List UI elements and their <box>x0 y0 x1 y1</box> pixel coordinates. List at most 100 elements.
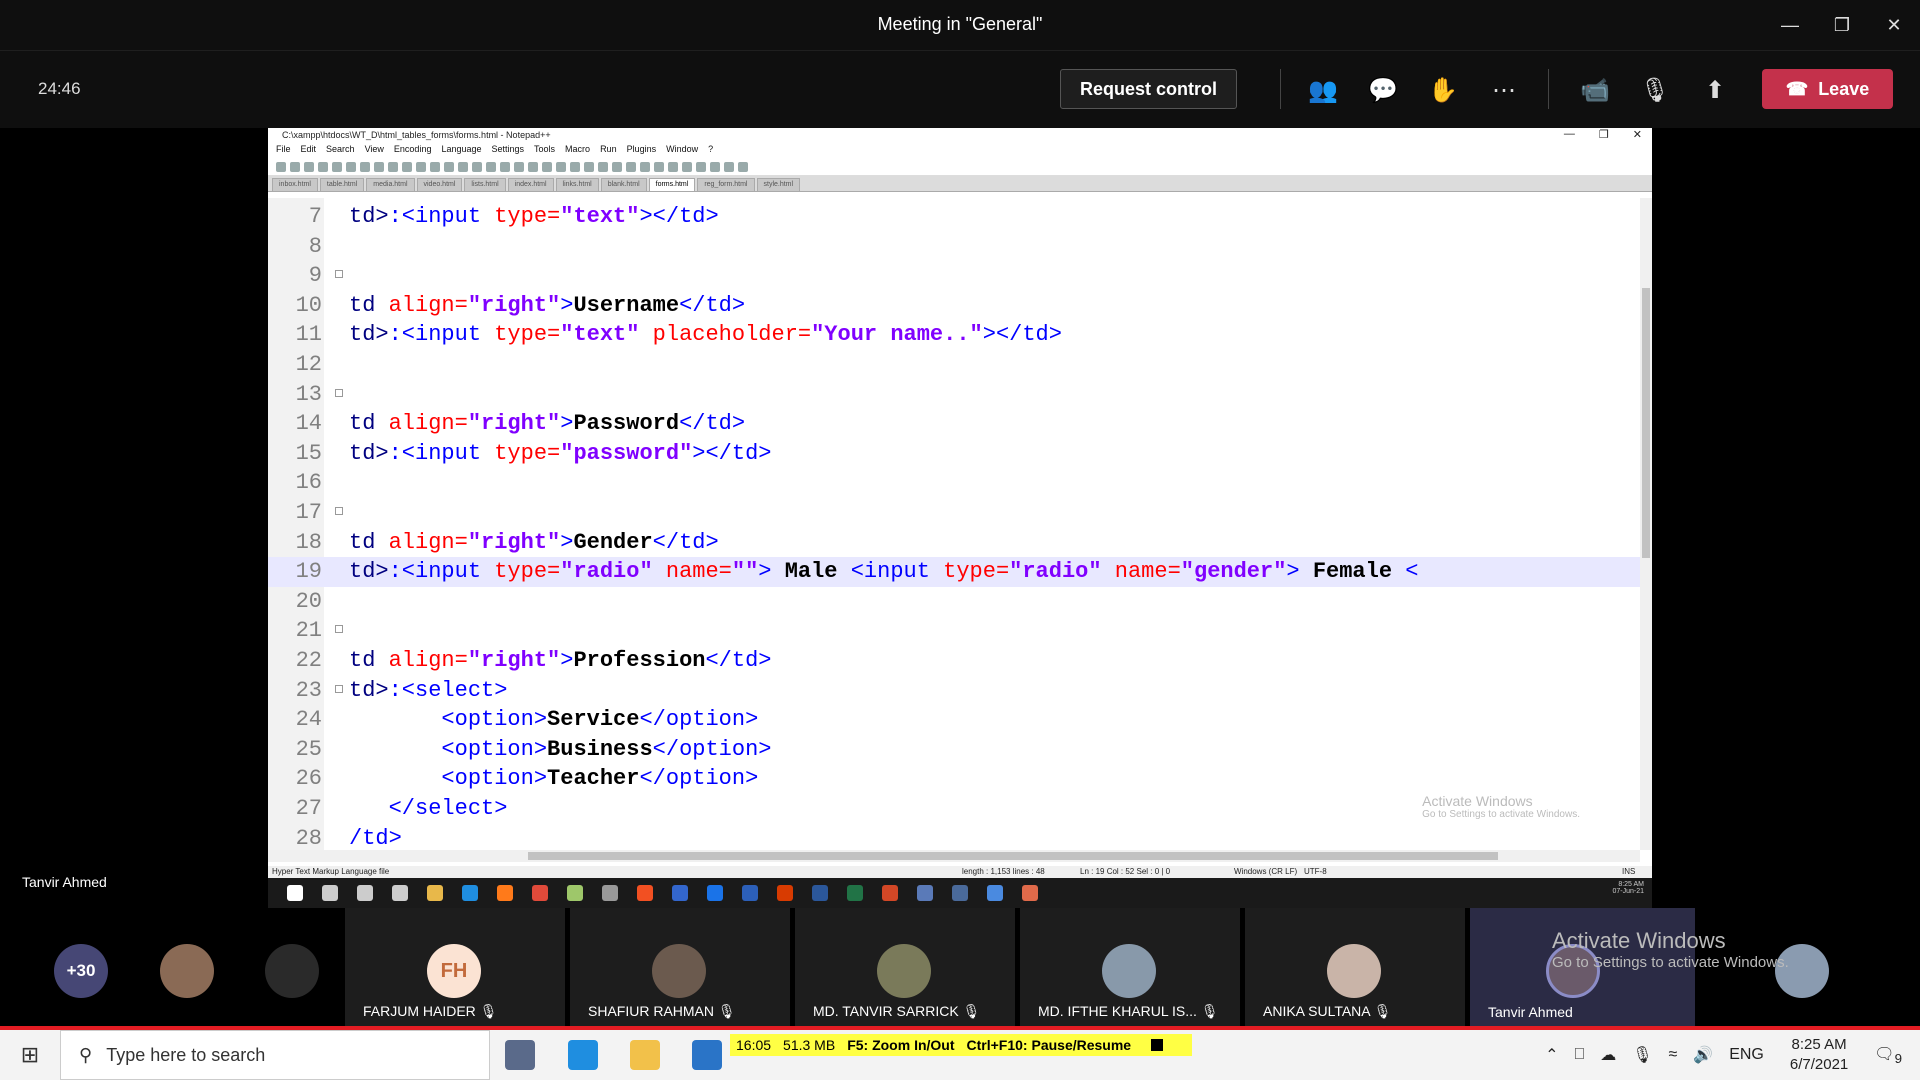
fold-marker-icon[interactable] <box>335 270 343 279</box>
code-line[interactable]: 25 <option>Business</option> <box>268 735 1640 765</box>
camera-off-icon[interactable]: 📹 <box>1578 73 1612 107</box>
more-participants-tile[interactable]: +30 <box>40 908 120 1026</box>
volume-icon[interactable]: 🔊 <box>1693 1045 1713 1065</box>
fold-marker-icon[interactable] <box>335 684 343 693</box>
participant-tile[interactable] <box>255 908 335 1026</box>
file-tab[interactable]: index.html <box>507 178 554 191</box>
cloud-icon[interactable]: ☁ <box>1600 1045 1616 1065</box>
taskbar-clock[interactable]: 8:25 AM 6/7/2021 <box>1790 1035 1848 1075</box>
menu-item[interactable]: ? <box>708 144 713 158</box>
npp-restore-icon[interactable]: ❐ <box>1599 128 1609 141</box>
raise-hand-icon[interactable]: ✋ <box>1426 73 1460 107</box>
chat-icon[interactable]: 💬 <box>1366 73 1400 107</box>
code-line[interactable]: 18 td align="right">Gender</td> <box>268 528 1640 558</box>
menu-item[interactable]: Encoding <box>394 144 432 158</box>
code-line[interactable]: 13 <box>268 380 1640 410</box>
file-tab[interactable]: inbox.html <box>272 178 318 191</box>
menu-item[interactable]: File <box>276 144 291 158</box>
toolbar-button-icon[interactable] <box>710 161 720 172</box>
code-line[interactable]: 22 td align="right">Profession</td> <box>268 646 1640 676</box>
participant-tile[interactable]: FH FARJUM HAIDER 🎙 <box>345 908 565 1026</box>
toolbar-button-icon[interactable] <box>388 161 398 172</box>
code-line[interactable]: 20 <box>268 587 1640 617</box>
restore-icon[interactable]: ❐ <box>1816 0 1868 50</box>
file-tab[interactable]: table.html <box>319 178 365 191</box>
wifi-icon[interactable]: ≈ <box>1669 1046 1678 1064</box>
code-line[interactable]: 15 td>:<input type="password"></td> <box>268 439 1640 469</box>
toolbar-button-icon[interactable] <box>570 161 580 172</box>
toolbar-button-icon[interactable] <box>626 161 636 172</box>
vertical-scrollbar[interactable] <box>1640 198 1652 850</box>
code-line[interactable]: 28/td> <box>268 824 1640 850</box>
code-line[interactable]: 7 td>:<input type="text"></td> <box>268 202 1640 232</box>
menu-item[interactable]: Language <box>441 144 481 158</box>
fold-marker-icon[interactable] <box>335 625 343 634</box>
chevron-up-icon[interactable]: ⌃ <box>1545 1045 1558 1065</box>
toolbar-button-icon[interactable] <box>696 161 706 172</box>
menu-item[interactable]: Search <box>326 144 355 158</box>
share-screen-icon[interactable]: ⬆ <box>1698 73 1732 107</box>
more-options-icon[interactable]: ⋯ <box>1487 73 1521 107</box>
task-view-icon[interactable] <box>505 1040 535 1070</box>
menu-item[interactable]: Settings <box>492 144 525 158</box>
code-line[interactable]: 27 </select> <box>268 794 1640 824</box>
toolbar-button-icon[interactable] <box>598 161 608 172</box>
toolbar-button-icon[interactable] <box>304 161 314 172</box>
participant-tile[interactable]: MD. TANVIR SARRICK 🎙 <box>795 908 1015 1026</box>
menu-item[interactable]: Edit <box>301 144 317 158</box>
code-editor[interactable]: Activate Windows Go to Settings to activ… <box>268 198 1640 850</box>
toolbar-button-icon[interactable] <box>654 161 664 172</box>
toolbar-button-icon[interactable] <box>542 161 552 172</box>
notifications-icon[interactable]: 🗨9 <box>1874 1044 1902 1066</box>
code-line[interactable]: 24 <option>Service</option> <box>268 705 1640 735</box>
request-control-button[interactable]: Request control <box>1060 69 1237 109</box>
mic-off-icon[interactable]: 🎙 <box>1638 73 1672 107</box>
mic-icon[interactable]: 🎙 <box>1632 1045 1652 1065</box>
toolbar-button-icon[interactable] <box>458 161 468 172</box>
toolbar-button-icon[interactable] <box>556 161 566 172</box>
mail-icon[interactable] <box>692 1040 722 1070</box>
minimize-icon[interactable]: — <box>1764 0 1816 50</box>
code-line[interactable]: 10 td align="right">Username</td> <box>268 291 1640 321</box>
toolbar-button-icon[interactable] <box>514 161 524 172</box>
code-line[interactable]: 26 <option>Teacher</option> <box>268 764 1640 794</box>
code-line[interactable]: 9 <box>268 261 1640 291</box>
menu-item[interactable]: Window <box>666 144 698 158</box>
file-tab[interactable]: style.html <box>756 178 801 191</box>
code-line[interactable]: 23 td>:<select> <box>268 676 1640 706</box>
participants-icon[interactable]: 👥 <box>1306 73 1340 107</box>
toolbar-button-icon[interactable] <box>360 161 370 172</box>
toolbar-button-icon[interactable] <box>276 161 286 172</box>
toolbar-button-icon[interactable] <box>290 161 300 172</box>
toolbar-button-icon[interactable] <box>374 161 384 172</box>
toolbar-button-icon[interactable] <box>402 161 412 172</box>
toolbar-button-icon[interactable] <box>332 161 342 172</box>
menu-item[interactable]: Plugins <box>627 144 657 158</box>
toolbar-button-icon[interactable] <box>640 161 650 172</box>
toolbar-button-icon[interactable] <box>668 161 678 172</box>
toolbar-button-icon[interactable] <box>346 161 356 172</box>
toolbar-button-icon[interactable] <box>738 161 748 172</box>
menu-item[interactable]: Tools <box>534 144 555 158</box>
toolbar-button-icon[interactable] <box>486 161 496 172</box>
file-tab[interactable]: reg_form.html <box>697 178 755 191</box>
leave-button[interactable]: ☎ Leave <box>1762 69 1893 109</box>
participant-tile[interactable]: SHAFIUR RAHMAN 🎙 <box>570 908 790 1026</box>
file-tab[interactable]: blank.html <box>600 178 647 191</box>
fold-marker-icon[interactable] <box>335 388 343 397</box>
participant-tile[interactable]: ANIKA SULTANA 🎙 <box>1245 908 1465 1026</box>
edge-icon[interactable] <box>568 1040 598 1070</box>
menu-item[interactable]: Macro <box>565 144 590 158</box>
toolbar-button-icon[interactable] <box>724 161 734 172</box>
participant-tile[interactable]: MD. IFTHE KHARUL IS... 🎙 <box>1020 908 1240 1026</box>
toolbar-button-icon[interactable] <box>416 161 426 172</box>
taskbar-search[interactable]: ⚲ Type here to search <box>60 1030 490 1080</box>
language-indicator[interactable]: ENG <box>1729 1046 1764 1064</box>
code-line[interactable]: 11 td>:<input type="text" placeholder="Yo… <box>268 320 1640 350</box>
toolbar-button-icon[interactable] <box>472 161 482 172</box>
stop-icon[interactable] <box>1151 1039 1164 1051</box>
toolbar-button-icon[interactable] <box>318 161 328 172</box>
file-tab[interactable]: media.html <box>366 178 415 191</box>
file-tab[interactable]: forms.html <box>648 178 696 191</box>
toolbar-button-icon[interactable] <box>444 161 454 172</box>
